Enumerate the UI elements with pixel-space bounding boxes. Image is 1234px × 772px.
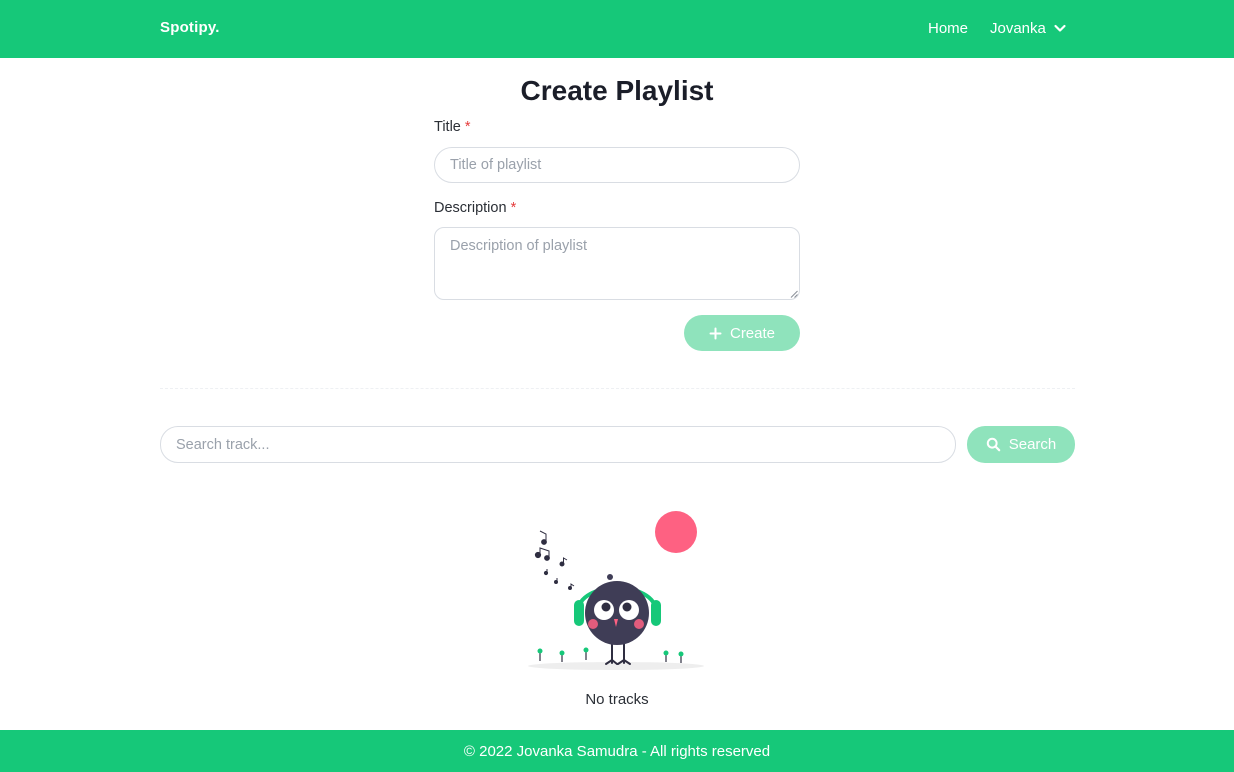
search-icon: [986, 437, 1001, 452]
title-label-text: Title: [434, 119, 461, 135]
footer-copyright: © 2022 Jovanka Samudra - All rights rese…: [463, 742, 771, 760]
brand-logo[interactable]: Spotipy.: [160, 19, 220, 36]
section-divider: [160, 388, 1075, 389]
search-button[interactable]: Search: [967, 426, 1075, 463]
title-input[interactable]: [434, 147, 800, 183]
search-input[interactable]: [160, 426, 956, 463]
description-required-mark: *: [510, 200, 517, 216]
page-title: Create Playlist: [520, 75, 714, 106]
navbar: Spotipy. Home Jovanka: [0, 0, 1234, 58]
empty-state-illustration: [528, 511, 704, 670]
create-button[interactable]: Create: [684, 315, 800, 351]
resize-handle-icon[interactable]: [789, 289, 798, 298]
description-label: Description *: [434, 200, 516, 216]
search-button-label: Search: [1008, 436, 1057, 453]
create-button-label: Create: [729, 324, 776, 342]
footer: © 2022 Jovanka Samudra - All rights rese…: [0, 730, 1234, 772]
user-menu[interactable]: Jovanka: [990, 20, 1067, 37]
title-label: Title *: [434, 119, 471, 135]
description-input[interactable]: [434, 227, 800, 300]
chevron-down-icon: [1054, 24, 1066, 32]
nav-home-link[interactable]: Home: [928, 20, 968, 37]
plus-icon: [709, 327, 722, 339]
description-label-text: Description: [434, 200, 507, 216]
title-required-mark: *: [464, 119, 471, 135]
user-menu-label: Jovanka: [990, 20, 1046, 37]
empty-state-text: No tracks: [585, 691, 649, 708]
